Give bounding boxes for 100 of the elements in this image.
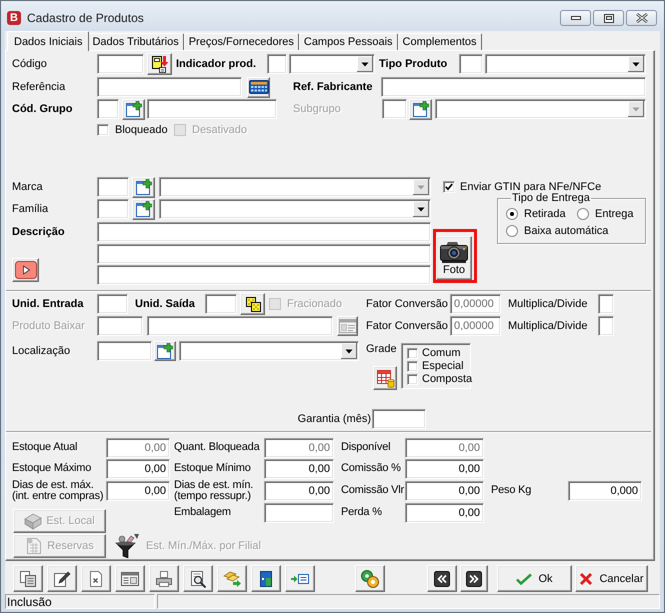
stock-value-field[interactable]: 0,00	[264, 438, 334, 458]
cancel-button[interactable]: Cancelar	[575, 565, 648, 592]
previous-button[interactable]	[427, 565, 457, 592]
description-field[interactable]	[97, 222, 431, 242]
tab[interactable]: Dados Tributários	[87, 33, 184, 50]
indicator-dropdown[interactable]	[289, 54, 375, 74]
field-label: Quant. Bloqueada	[174, 442, 261, 454]
stock-value-field[interactable]: 0,00	[405, 481, 484, 501]
radio-button[interactable]	[577, 208, 589, 220]
minimize-button[interactable]	[560, 10, 591, 26]
grade-button[interactable]	[373, 366, 397, 390]
checkbox-label: Enviar GTIN para NFe/NFCe	[460, 181, 602, 193]
stock-value-field[interactable]: 0,00	[264, 481, 334, 501]
type-code-field[interactable]	[459, 54, 483, 74]
radio-button[interactable]	[506, 225, 518, 237]
checkbox[interactable]	[443, 181, 455, 193]
group-name-field[interactable]	[147, 99, 277, 119]
delete-button[interactable]	[81, 565, 111, 592]
x-icon	[579, 572, 594, 586]
units-button[interactable]	[240, 293, 265, 315]
field-label: Cód. Grupo	[12, 103, 74, 115]
type-dropdown[interactable]	[485, 54, 646, 74]
description-field[interactable]	[97, 265, 431, 285]
field-label: Perda %	[341, 507, 383, 519]
copy-button[interactable]	[13, 565, 43, 592]
exit-button[interactable]	[251, 565, 281, 592]
packaging-field[interactable]	[264, 503, 334, 523]
checkbox-label: Comum	[422, 347, 461, 359]
multiply-divide-field[interactable]	[598, 316, 614, 336]
field-label: Estoque Mínimo	[174, 462, 252, 474]
squares-icon	[244, 296, 260, 312]
tab[interactable]: Preços/Fornecedores	[184, 33, 299, 50]
add-location-button[interactable]	[154, 341, 176, 361]
family-dropdown[interactable]	[159, 199, 431, 219]
double-left-icon	[434, 570, 450, 586]
preview-button[interactable]	[183, 565, 213, 592]
family-code-field[interactable]	[97, 199, 129, 219]
stock-value-field[interactable]: 0,00	[405, 458, 484, 478]
stock-value-field[interactable]: 0,00	[264, 458, 334, 478]
next-button[interactable]	[460, 565, 488, 592]
close-icon	[636, 13, 648, 23]
manufacturer-ref-field[interactable]	[381, 77, 646, 97]
keys-button[interactable]	[217, 565, 247, 592]
group-code-field[interactable]	[97, 99, 119, 119]
tab[interactable]: Complementos	[398, 33, 482, 50]
field-label: Código	[12, 58, 48, 70]
add-family-button[interactable]	[132, 198, 155, 220]
gears-button[interactable]	[355, 565, 385, 592]
add-subgroup-button[interactable]	[409, 98, 432, 120]
checkbox[interactable]	[407, 360, 418, 372]
pencil-icon	[53, 570, 71, 588]
tab[interactable]: Dados Iniciais	[7, 31, 90, 51]
field-label: Grade	[366, 343, 397, 355]
product-code-field[interactable]	[97, 316, 143, 336]
import-button[interactable]	[285, 565, 315, 592]
stock-value-field[interactable]: 0,00	[106, 458, 170, 478]
stock-value-field[interactable]: 0,00	[106, 438, 170, 458]
unit-out-field[interactable]	[205, 294, 237, 314]
document-arrow-icon	[150, 55, 168, 73]
conversion-factor-field[interactable]: 0,00000	[450, 294, 501, 314]
radio-button[interactable]	[506, 208, 518, 220]
reference-field[interactable]	[97, 77, 242, 97]
tab[interactable]: Campos Pessoais	[298, 33, 398, 50]
photo-button[interactable]: Foto	[436, 236, 472, 280]
stock-value-field[interactable]: 0,00	[405, 438, 484, 458]
form-button[interactable]	[115, 565, 145, 592]
loss-field[interactable]: 0,00	[405, 503, 484, 523]
ok-button[interactable]: Ok	[497, 565, 572, 592]
stock-value-field[interactable]: 0,00	[106, 481, 170, 501]
play-button[interactable]	[12, 258, 39, 282]
print-button[interactable]	[149, 565, 179, 592]
code-button[interactable]	[147, 53, 172, 75]
checkbox[interactable]	[97, 124, 109, 136]
add-brand-button[interactable]	[132, 176, 155, 198]
keypad-button[interactable]	[247, 76, 270, 98]
window-plus-icon	[136, 179, 152, 195]
edit-button[interactable]	[47, 565, 77, 592]
conversion-factor-field[interactable]: 0,00000	[450, 316, 501, 336]
checkbox-label: Bloqueado	[115, 124, 168, 136]
radio-label: Retirada	[524, 208, 566, 220]
description-field[interactable]	[97, 244, 431, 264]
maximize-icon	[604, 14, 614, 22]
brand-code-field[interactable]	[97, 177, 129, 197]
door-icon	[257, 570, 275, 588]
code-field[interactable]	[97, 54, 144, 74]
indicator-code-field[interactable]	[267, 54, 287, 74]
close-button[interactable]	[626, 10, 657, 26]
field-label: Descrição	[12, 225, 66, 240]
maximize-button[interactable]	[593, 10, 624, 26]
warranty-field[interactable]	[372, 409, 426, 429]
unit-in-field[interactable]	[97, 294, 128, 314]
multiply-divide-field[interactable]	[598, 294, 614, 314]
subgroup-code-field[interactable]	[382, 99, 407, 119]
location-code-field[interactable]	[97, 341, 152, 361]
location-dropdown[interactable]	[179, 341, 359, 361]
checkbox[interactable]	[407, 374, 418, 384]
product-name-field[interactable]	[147, 316, 333, 336]
add-group-button[interactable]	[122, 98, 145, 120]
checkbox[interactable]	[407, 348, 418, 358]
stock-value-field[interactable]: 0,000	[568, 481, 642, 501]
